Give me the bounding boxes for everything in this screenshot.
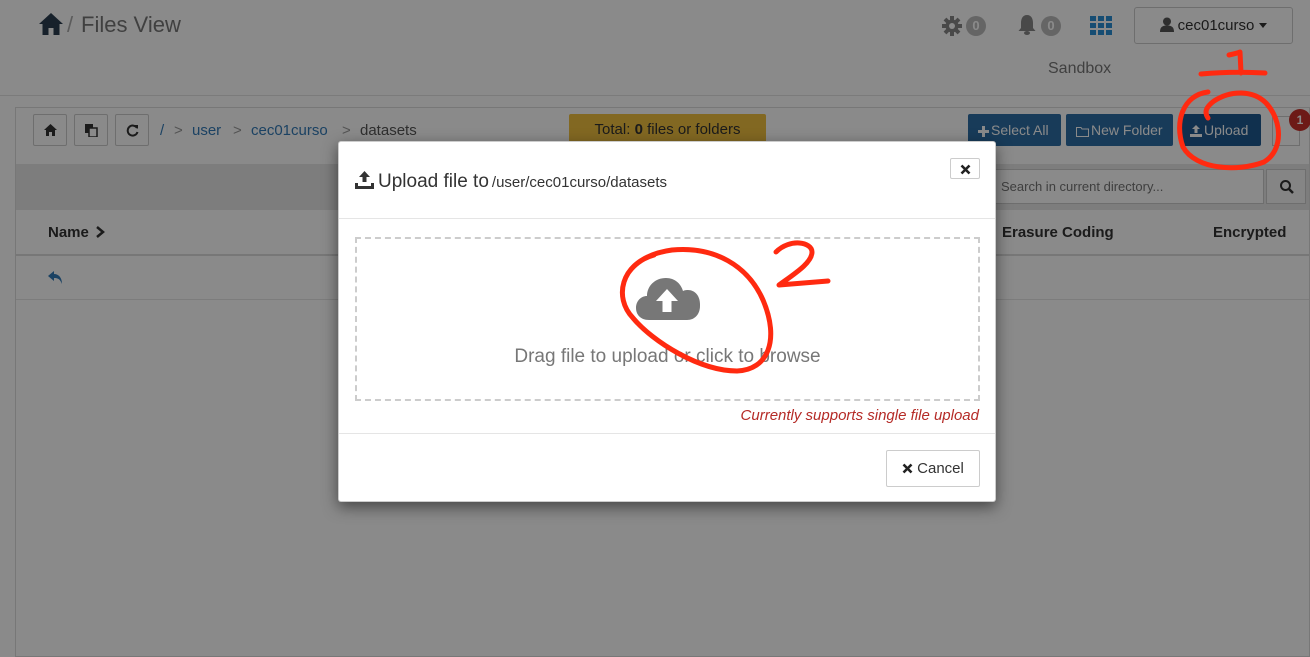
cancel-label: Cancel	[917, 460, 964, 477]
upload-icon	[355, 171, 374, 189]
modal-title-label: Upload file to	[378, 171, 489, 192]
close-icon	[902, 463, 913, 474]
modal-close-button[interactable]	[950, 158, 980, 179]
dropzone-instructions: Drag file to upload or click to browse	[514, 346, 821, 367]
single-file-note: Currently supports single file upload	[740, 407, 979, 424]
modal-target-path: /user/cec01curso/datasets	[491, 174, 667, 191]
modal-title: Upload file to/user/cec01curso/datasets	[355, 171, 667, 193]
cloud-upload-icon[interactable]	[635, 276, 701, 322]
close-icon	[960, 164, 971, 175]
upload-modal: Upload file to/user/cec01curso/datasets …	[338, 141, 996, 502]
modal-header: Upload file to/user/cec01curso/datasets	[339, 142, 995, 219]
upload-dropzone[interactable]: Drag file to upload or click to browse	[355, 237, 980, 401]
modal-footer: Cancel	[339, 433, 995, 503]
cancel-button[interactable]: Cancel	[886, 450, 980, 487]
